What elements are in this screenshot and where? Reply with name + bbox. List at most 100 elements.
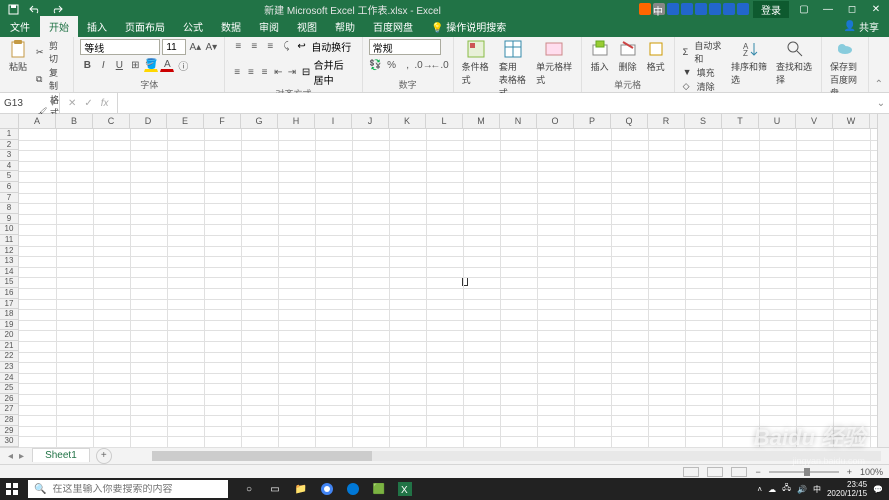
formula-input[interactable] <box>118 93 873 113</box>
tab-home[interactable]: 开始 <box>40 16 78 37</box>
row-header[interactable]: 29 <box>0 426 18 437</box>
borders-button[interactable]: ⊞ <box>128 58 142 72</box>
close-button[interactable]: ✕ <box>867 4 885 15</box>
task-view-icon[interactable]: ▭ <box>266 480 284 498</box>
decrease-decimal-icon[interactable]: ←.0 <box>433 58 447 72</box>
maximize-button[interactable]: ◻ <box>843 4 861 15</box>
sheet-nav-last-icon[interactable]: ▸ <box>19 451 24 462</box>
row-header[interactable]: 7 <box>0 193 18 204</box>
row-header[interactable]: 17 <box>0 299 18 310</box>
find-select-button[interactable]: 查找和选择 <box>774 39 815 86</box>
name-box[interactable]: G13▾ <box>0 93 60 113</box>
align-center-icon[interactable]: ≡ <box>245 65 257 79</box>
font-size-select[interactable] <box>162 39 186 55</box>
taskbar-search[interactable]: 🔍 <box>28 480 228 498</box>
notifications-icon[interactable]: 💬 <box>873 485 883 494</box>
column-header[interactable]: M <box>463 114 500 128</box>
column-header[interactable]: R <box>648 114 685 128</box>
sheet-nav-first-icon[interactable]: ◂ <box>8 451 13 462</box>
font-color-button[interactable]: A <box>160 58 174 72</box>
tab-file[interactable]: 文件 <box>0 16 40 37</box>
row-header[interactable]: 18 <box>0 309 18 320</box>
login-button[interactable]: 登录 <box>753 1 789 18</box>
tab-view[interactable]: 视图 <box>288 16 326 37</box>
column-header[interactable]: C <box>93 114 130 128</box>
column-headers[interactable]: ABCDEFGHIJKLMNOPQRSTUVW <box>19 114 877 129</box>
font-name-select[interactable] <box>80 39 160 55</box>
delete-cells-button[interactable]: 删除 <box>616 39 640 73</box>
tell-me-search[interactable]: 💡 操作说明搜索 <box>422 16 515 37</box>
align-middle-icon[interactable]: ≡ <box>247 40 261 54</box>
add-sheet-button[interactable]: + <box>96 448 112 464</box>
zoom-slider[interactable] <box>769 471 839 473</box>
column-header[interactable]: H <box>278 114 315 128</box>
row-header[interactable]: 5 <box>0 171 18 182</box>
row-header[interactable]: 21 <box>0 341 18 352</box>
row-header[interactable]: 1 <box>0 129 18 140</box>
redo-icon[interactable] <box>50 2 64 16</box>
row-header[interactable]: 19 <box>0 320 18 331</box>
row-header[interactable]: 25 <box>0 383 18 394</box>
column-header[interactable]: S <box>685 114 722 128</box>
app-icon[interactable]: 🟩 <box>370 480 388 498</box>
shrink-font-icon[interactable]: A▾ <box>204 40 218 54</box>
column-header[interactable]: I <box>315 114 352 128</box>
row-header[interactable]: 4 <box>0 161 18 172</box>
zoom-in-button[interactable]: + <box>847 467 852 477</box>
column-header[interactable]: T <box>722 114 759 128</box>
cut-button[interactable]: ✂剪切 <box>34 39 67 65</box>
enter-formula-icon[interactable]: ✓ <box>84 98 92 109</box>
column-header[interactable]: V <box>796 114 833 128</box>
clear-button[interactable]: ◇清除 <box>681 80 725 93</box>
column-header[interactable]: D <box>130 114 167 128</box>
copy-button[interactable]: ⧉复制 <box>34 66 67 92</box>
column-header[interactable]: W <box>833 114 870 128</box>
column-header[interactable]: P <box>574 114 611 128</box>
row-header[interactable]: 10 <box>0 224 18 235</box>
paste-button[interactable]: 粘贴 <box>6 39 30 73</box>
save-cloud-button[interactable]: 保存到 百度网盘 <box>828 39 862 99</box>
orientation-icon[interactable]: ⤹ <box>279 40 293 54</box>
align-right-icon[interactable]: ≡ <box>259 65 271 79</box>
row-header[interactable]: 16 <box>0 288 18 299</box>
start-button[interactable] <box>0 478 24 500</box>
ribbon-options-icon[interactable]: ▢ <box>795 4 813 15</box>
autosum-button[interactable]: Σ自动求和 <box>681 39 725 65</box>
file-explorer-icon[interactable]: 📁 <box>292 480 310 498</box>
insert-cells-button[interactable]: 插入 <box>588 39 612 73</box>
column-header[interactable]: F <box>204 114 241 128</box>
row-header[interactable]: 13 <box>0 256 18 267</box>
merge-center-button[interactable]: ⊟合并后居中 <box>300 57 356 87</box>
indent-decrease-icon[interactable]: ⇤ <box>272 65 284 79</box>
zoom-level[interactable]: 100% <box>860 467 883 477</box>
column-header[interactable]: K <box>389 114 426 128</box>
row-header[interactable]: 6 <box>0 182 18 193</box>
tab-review[interactable]: 审阅 <box>250 16 288 37</box>
cancel-formula-icon[interactable]: ✕ <box>68 98 76 109</box>
chrome-icon[interactable] <box>318 480 336 498</box>
excel-taskbar-icon[interactable]: X <box>396 480 414 498</box>
tray-network-icon[interactable]: 🖧 <box>782 482 791 496</box>
column-header[interactable]: U <box>759 114 796 128</box>
minimize-button[interactable]: — <box>819 4 837 15</box>
row-headers[interactable]: 1234567891011121314151617181920212223242… <box>0 129 19 447</box>
row-header[interactable]: 12 <box>0 246 18 257</box>
format-cells-button[interactable]: 格式 <box>644 39 668 73</box>
tray-volume-icon[interactable]: 🔊 <box>797 485 807 494</box>
tray-onedrive-icon[interactable]: ☁ <box>768 485 776 494</box>
tab-page-layout[interactable]: 页面布局 <box>116 16 174 37</box>
cortana-icon[interactable]: ○ <box>240 480 258 498</box>
row-header[interactable]: 22 <box>0 351 18 362</box>
row-header[interactable]: 3 <box>0 150 18 161</box>
accounting-format-icon[interactable]: 💱 <box>369 58 383 72</box>
format-as-table-button[interactable]: 套用 表格格式 <box>497 39 530 99</box>
increase-decimal-icon[interactable]: .0→ <box>417 58 431 72</box>
fx-icon[interactable]: fx <box>101 98 109 109</box>
chevron-down-icon[interactable]: ▾ <box>50 98 55 109</box>
row-header[interactable]: 20 <box>0 330 18 341</box>
phonetic-button[interactable]: ⓘ <box>176 58 190 72</box>
edge-icon[interactable] <box>344 480 362 498</box>
row-header[interactable]: 9 <box>0 214 18 225</box>
column-header[interactable]: N <box>500 114 537 128</box>
sheet-tab-1[interactable]: Sheet1 <box>32 448 90 462</box>
